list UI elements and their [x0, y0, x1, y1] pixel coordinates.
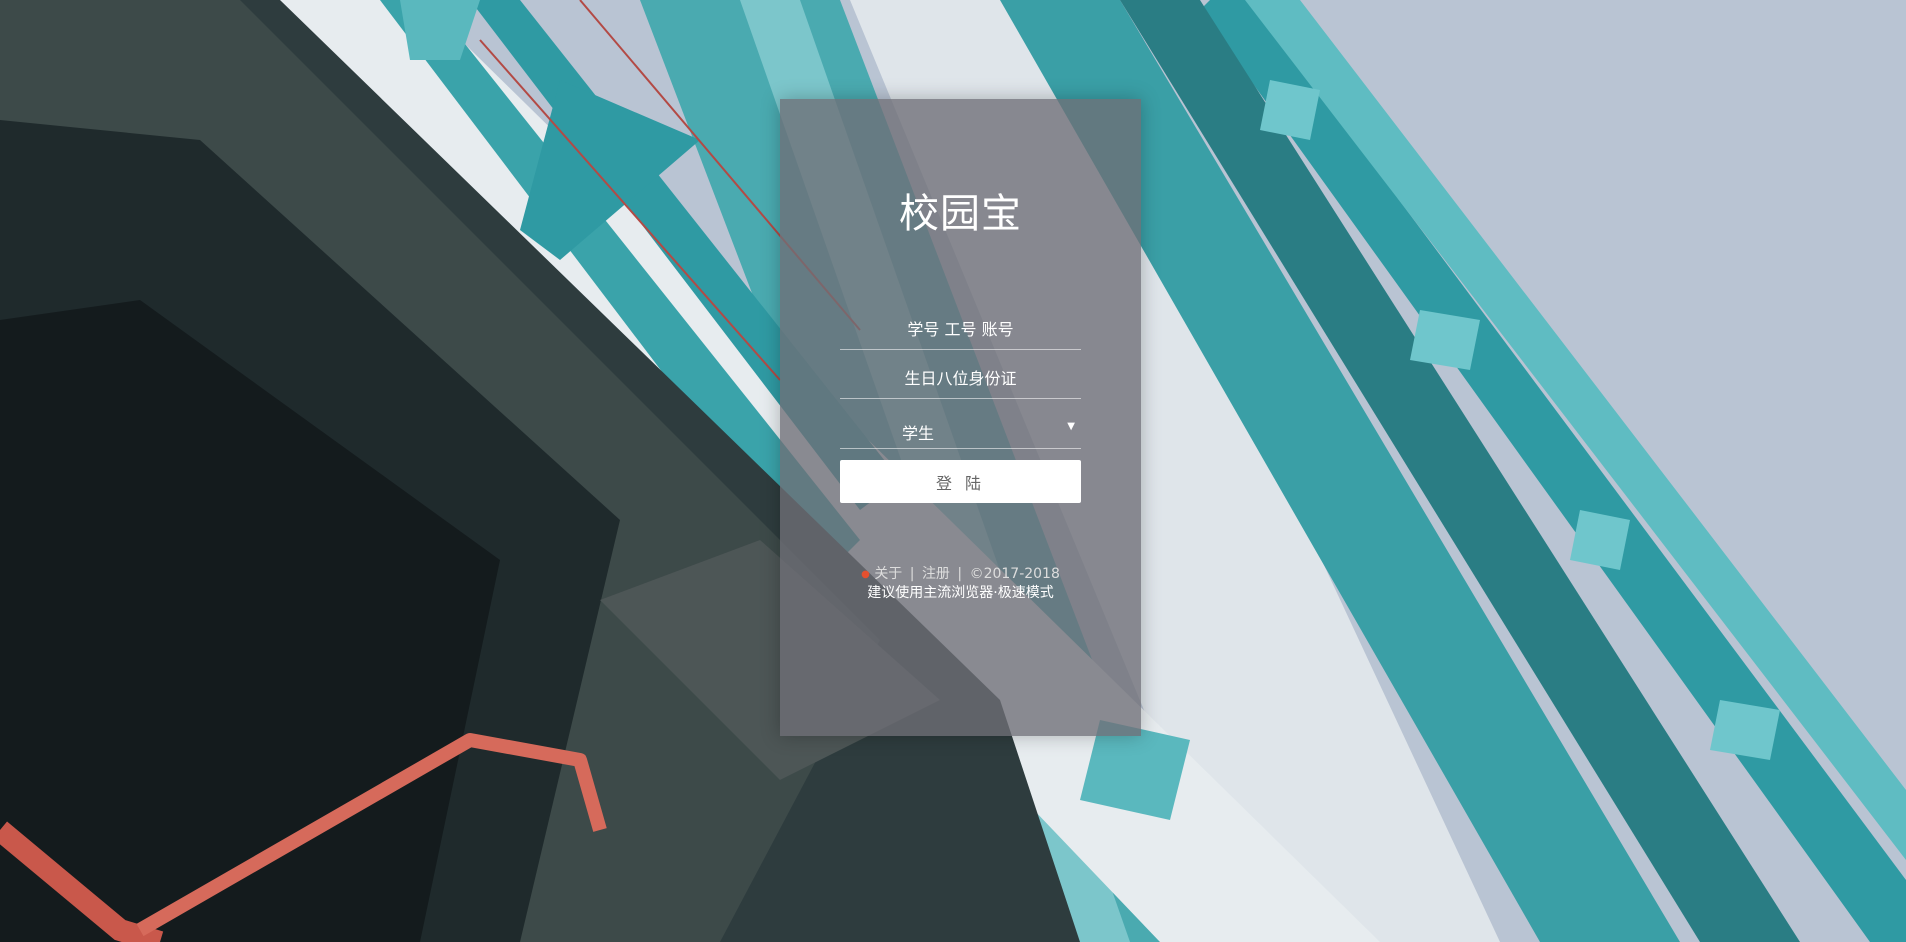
role-field-wrapper: 学生 ▼	[840, 408, 1081, 449]
password-input[interactable]	[840, 358, 1081, 398]
separator: |	[909, 566, 915, 582]
about-link[interactable]: 关于	[874, 566, 902, 582]
separator: |	[957, 566, 963, 582]
username-field-wrapper	[840, 309, 1081, 350]
username-input[interactable]	[840, 309, 1081, 349]
caret-down-icon: ▼	[1067, 421, 1075, 432]
app-title: 校园宝	[899, 191, 1022, 237]
login-panel: 校园宝 学生 ▼ 登 陆 ● 关于 | 注册 | ©2017-2018 建议使用…	[780, 99, 1141, 736]
footer-links: ● 关于 | 注册 | ©2017-2018	[780, 563, 1141, 583]
role-select[interactable]: 学生 ▼	[840, 408, 1081, 448]
role-selected-value: 学生	[902, 424, 935, 443]
copyright-text: ©2017-2018	[969, 566, 1060, 582]
status-dot-icon: ●	[861, 569, 870, 580]
browser-note: 建议使用主流浏览器·极速模式	[867, 585, 1054, 601]
register-link[interactable]: 注册	[922, 566, 950, 582]
login-button[interactable]: 登 陆	[840, 460, 1081, 503]
password-field-wrapper	[840, 358, 1081, 399]
